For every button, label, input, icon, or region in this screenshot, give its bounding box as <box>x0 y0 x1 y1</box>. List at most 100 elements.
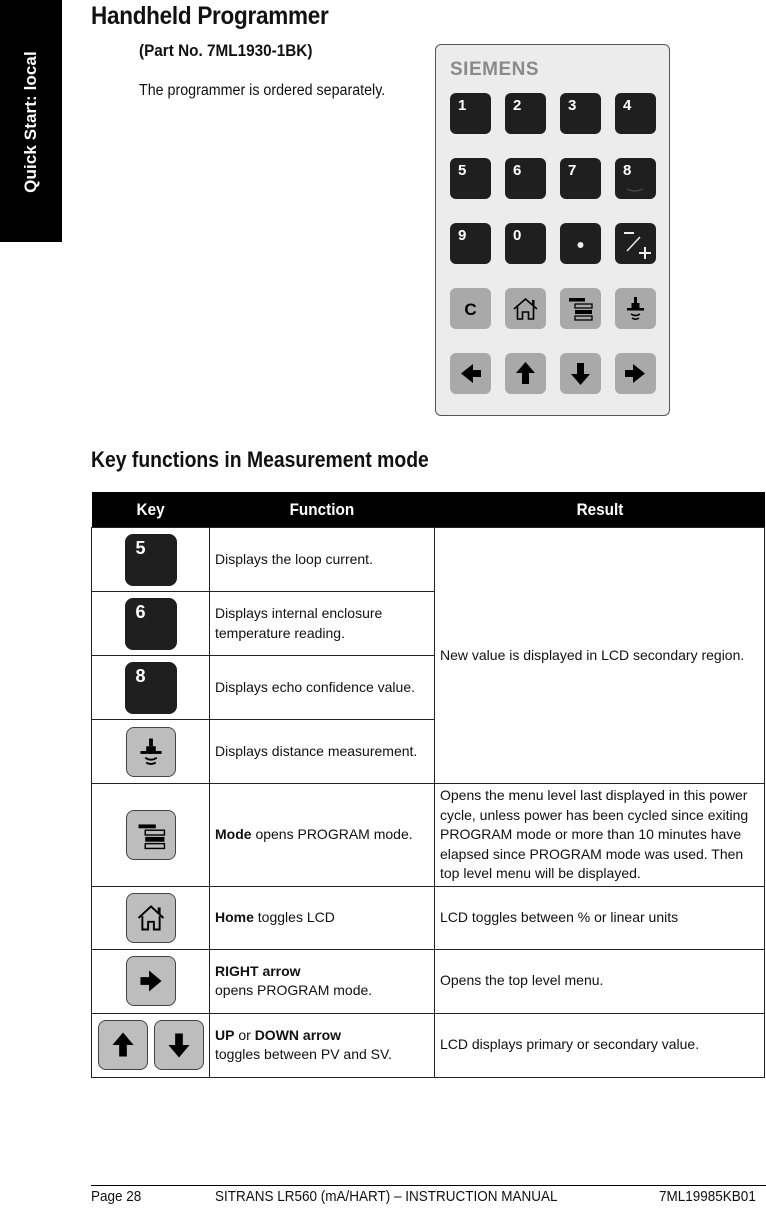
table-row: Home toggles LCD LCD toggles between % o… <box>91 885 765 950</box>
key-cell <box>91 885 210 950</box>
device-key-arrow-up-icon <box>505 353 546 394</box>
device-key-6: 6 <box>505 158 546 199</box>
device-key-echo-icon: 8 <box>615 158 656 199</box>
function-keyword: UP <box>215 1026 235 1043</box>
result-cell: LCD displays primary or secondary value. <box>434 1012 765 1078</box>
table-row: RIGHT arrow opens PROGRAM mode. Opens the… <box>91 948 765 1014</box>
device-key-decimal-point-icon <box>560 223 601 264</box>
device-key-9: 9 <box>450 223 491 264</box>
function-cell: Mode opens PROGRAM mode. <box>209 783 435 887</box>
device-key-arrow-down-icon <box>560 353 601 394</box>
result-cell: LCD toggles between % or linear units <box>434 885 765 950</box>
device-key-plus-minus-icon <box>615 223 656 264</box>
device-key-0: 0 <box>505 223 546 264</box>
arrow-left-icon <box>461 364 481 383</box>
device-key-label: 3 <box>568 97 577 114</box>
device-key-label: 9 <box>458 227 467 244</box>
function-keyword: RIGHT arrow <box>215 962 301 979</box>
mode-icon <box>569 298 593 321</box>
key-8-icon: 8 <box>124 661 177 714</box>
side-tab: Quick Start: local <box>0 0 62 242</box>
table-row: UP or DOWN arrow toggles between PV and S… <box>91 1012 765 1078</box>
ordering-note: The programmer is ordered separately. <box>139 82 386 99</box>
result-cell: Opens the top level menu. <box>434 948 765 1014</box>
device-key-label: 5 <box>458 162 467 179</box>
echo-icon <box>626 188 644 192</box>
home-icon <box>125 892 176 943</box>
footer-doc-number: 7ML19985KB01 <box>659 1188 756 1205</box>
function-text: opens PROGRAM mode. <box>215 982 373 998</box>
function-cell: Displays echo confidence value. <box>209 655 435 720</box>
function-cell: Home toggles LCD <box>209 885 435 950</box>
function-keyword: DOWN arrow <box>254 1026 342 1043</box>
function-text: or <box>234 1026 255 1043</box>
arrow-up-icon <box>516 362 535 384</box>
header-result: Result <box>434 492 765 528</box>
home-icon <box>513 297 538 320</box>
function-cell: Displays internal enclosure temperature … <box>209 591 435 656</box>
device-key-label: 1 <box>458 97 467 114</box>
table-row: 5 Displays the loop current. New value i… <box>91 527 765 784</box>
function-cell: Displays the loop current. <box>209 527 435 592</box>
function-text: opens PROGRAM mode. <box>251 826 413 842</box>
function-text: toggles between PV and SV. <box>215 1046 392 1062</box>
footer-page-number: Page 28 <box>91 1188 142 1205</box>
device-key-3: 3 <box>560 93 601 134</box>
function-cell: UP or DOWN arrow toggles between PV and S… <box>209 1012 435 1078</box>
arrow-right-icon <box>125 956 176 1006</box>
device-key-label: 4 <box>623 97 632 114</box>
key-cell: 8 <box>91 655 210 720</box>
device-key-7: 7 <box>560 158 601 199</box>
device-key-label: 0 <box>513 227 522 244</box>
key-cell <box>91 948 210 1014</box>
key-cell: 6 <box>91 591 210 656</box>
device-key-label: 6 <box>513 162 522 179</box>
device-key-label: 7 <box>568 162 577 179</box>
decimal-point-icon <box>577 242 584 248</box>
clear-icon: C <box>464 300 476 319</box>
function-keyword: Home <box>215 908 254 925</box>
key-cell <box>91 783 210 887</box>
svg-text:C: C <box>464 300 476 319</box>
siemens-logo: SIEMENS <box>450 59 540 80</box>
device-key-4: 4 <box>615 93 656 134</box>
result-cell: Opens the menu level last displayed in t… <box>434 783 765 887</box>
part-number: (Part No. 7ML1930-1BK) <box>139 41 313 60</box>
device-key-2: 2 <box>505 93 546 134</box>
device-key-mode-icon <box>560 288 601 329</box>
arrow-right-icon <box>625 364 645 383</box>
device-key-home-icon <box>505 288 546 329</box>
arrow-down-icon <box>571 363 590 385</box>
section-title: Key functions in Measurement mode <box>91 447 429 472</box>
arrow-down-icon <box>153 1020 204 1070</box>
handheld-programmer-image: SIEMENS 1 2 3 4 5 6 7 8 9 0 C <box>435 44 670 416</box>
header-function: Function <box>209 492 435 528</box>
footer-manual-title: SITRANS LR560 (mA/HART) – INSTRUCTION MA… <box>215 1188 558 1205</box>
key-functions-table: Key Function Result 5 Displays the loop … <box>91 492 765 1078</box>
table-row: Mode opens PROGRAM mode. Opens the menu … <box>91 783 765 887</box>
device-key-arrow-left-icon <box>450 353 491 394</box>
mode-icon <box>125 809 176 860</box>
device-key-transducer-icon <box>615 288 656 329</box>
function-text: toggles LCD <box>253 908 335 925</box>
header-key: Key <box>91 492 210 528</box>
page-title: Handheld Programmer <box>91 2 329 30</box>
plus-minus-icon <box>624 232 651 259</box>
device-key-label: 2 <box>513 97 522 114</box>
footer-divider <box>91 1185 766 1186</box>
function-cell: Displays distance measurement. <box>209 719 435 784</box>
transducer-icon <box>627 297 644 321</box>
function-cell: RIGHT arrow opens PROGRAM mode. <box>209 948 435 1014</box>
arrow-up-icon <box>97 1020 148 1070</box>
device-key-5: 5 <box>450 158 491 199</box>
result-cell: New value is displayed in LCD secondary … <box>434 527 765 784</box>
table-header-row: Key Function Result <box>91 492 765 528</box>
device-key-1: 1 <box>450 93 491 134</box>
transducer-icon <box>125 726 176 777</box>
device-key-clear-icon: C <box>450 288 491 329</box>
side-tab-label: Quick Start: local <box>21 51 40 193</box>
key-6-icon: 6 <box>124 597 177 650</box>
key-5-icon: 5 <box>124 533 177 586</box>
key-cell: 5 <box>91 527 210 592</box>
key-cell <box>91 719 210 784</box>
